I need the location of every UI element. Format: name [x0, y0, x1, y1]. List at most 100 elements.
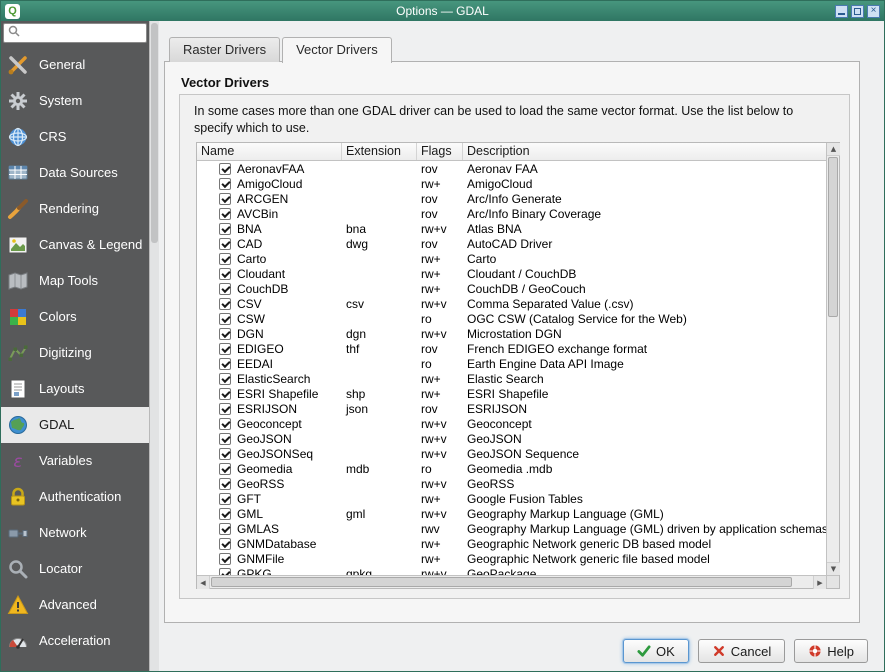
driver-enabled-checkbox[interactable]: [219, 508, 231, 520]
driver-enabled-checkbox[interactable]: [219, 463, 231, 475]
driver-enabled-checkbox[interactable]: [219, 538, 231, 550]
table-row[interactable]: BNAbnarw+vAtlas BNA: [197, 221, 826, 236]
vertical-scrollbar-thumb[interactable]: [828, 157, 838, 317]
driver-name: EEDAI: [237, 357, 273, 371]
tab-vector-drivers[interactable]: Vector Drivers: [282, 37, 392, 63]
sidebar-item-authentication[interactable]: Authentication: [1, 479, 149, 515]
vertical-scrollbar[interactable]: ▲ ▼: [826, 143, 839, 575]
table-row[interactable]: EDIGEOthfrovFrench EDIGEO exchange forma…: [197, 341, 826, 356]
table-row[interactable]: DGNdgnrw+vMicrostation DGN: [197, 326, 826, 341]
sidebar-item-acceleration[interactable]: Acceleration: [1, 623, 149, 659]
scroll-right-arrow-icon[interactable]: ▶: [813, 576, 826, 589]
horizontal-scrollbar[interactable]: ◀ ▶: [197, 575, 826, 588]
table-row[interactable]: EEDAIroEarth Engine Data API Image: [197, 356, 826, 371]
driver-enabled-checkbox[interactable]: [219, 568, 231, 576]
table-row[interactable]: AVCBinrovArc/Info Binary Coverage: [197, 206, 826, 221]
sidebar-scrollbar[interactable]: [149, 21, 159, 671]
table-row[interactable]: ElasticSearchrw+Elastic Search: [197, 371, 826, 386]
driver-enabled-checkbox[interactable]: [219, 433, 231, 445]
column-header-name[interactable]: Name: [197, 143, 342, 160]
table-row[interactable]: Cloudantrw+Cloudant / CouchDB: [197, 266, 826, 281]
table-row[interactable]: AmigoCloudrw+AmigoCloud: [197, 176, 826, 191]
table-row[interactable]: GeoJSONrw+vGeoJSON: [197, 431, 826, 446]
driver-enabled-checkbox[interactable]: [219, 343, 231, 355]
sidebar-item-rendering[interactable]: Rendering: [1, 191, 149, 227]
scroll-down-arrow-icon[interactable]: ▼: [827, 562, 840, 575]
column-header-flags[interactable]: Flags: [417, 143, 463, 160]
driver-enabled-checkbox[interactable]: [219, 208, 231, 220]
driver-enabled-checkbox[interactable]: [219, 388, 231, 400]
driver-enabled-checkbox[interactable]: [219, 448, 231, 460]
close-button[interactable]: ×: [867, 5, 880, 18]
driver-enabled-checkbox[interactable]: [219, 493, 231, 505]
sidebar-item-map-tools[interactable]: Map Tools: [1, 263, 149, 299]
horizontal-scrollbar-thumb[interactable]: [211, 577, 792, 587]
driver-enabled-checkbox[interactable]: [219, 478, 231, 490]
table-row[interactable]: GeomediamdbroGeomedia .mdb: [197, 461, 826, 476]
table-row[interactable]: ESRI Shapefileshprw+ESRI Shapefile: [197, 386, 826, 401]
sidebar-item-colors[interactable]: Colors: [1, 299, 149, 335]
driver-enabled-checkbox[interactable]: [219, 403, 231, 415]
column-header-description[interactable]: Description: [463, 143, 826, 160]
sidebar-item-locator[interactable]: Locator: [1, 551, 149, 587]
table-row[interactable]: GPKGgpkgrw+vGeoPackage: [197, 566, 826, 575]
table-row[interactable]: ESRIJSONjsonrovESRIJSON: [197, 401, 826, 416]
sidebar-item-data-sources[interactable]: Data Sources: [1, 155, 149, 191]
sidebar-scrollbar-thumb[interactable]: [151, 23, 158, 243]
driver-enabled-checkbox[interactable]: [219, 298, 231, 310]
maximize-button[interactable]: [851, 5, 864, 18]
sidebar-item-network[interactable]: Network: [1, 515, 149, 551]
table-row[interactable]: CSVcsvrw+vComma Separated Value (.csv): [197, 296, 826, 311]
scroll-left-arrow-icon[interactable]: ◀: [197, 576, 210, 589]
driver-enabled-checkbox[interactable]: [219, 373, 231, 385]
table-row[interactable]: CADdwgrovAutoCAD Driver: [197, 236, 826, 251]
driver-enabled-checkbox[interactable]: [219, 238, 231, 250]
sidebar-item-canvas-legend[interactable]: Canvas & Legend: [1, 227, 149, 263]
driver-enabled-checkbox[interactable]: [219, 358, 231, 370]
driver-enabled-checkbox[interactable]: [219, 193, 231, 205]
driver-flags: ro: [417, 462, 463, 476]
driver-enabled-checkbox[interactable]: [219, 223, 231, 235]
table-row[interactable]: GNMFilerw+Geographic Network generic fil…: [197, 551, 826, 566]
settings-search-input[interactable]: [21, 26, 143, 40]
driver-flags: rov: [417, 402, 463, 416]
table-row[interactable]: GMLASrwvGeography Markup Language (GML) …: [197, 521, 826, 536]
help-button[interactable]: Help: [794, 639, 868, 663]
driver-enabled-checkbox[interactable]: [219, 178, 231, 190]
sidebar-item-layouts[interactable]: Layouts: [1, 371, 149, 407]
sidebar-item-gdal[interactable]: GDAL: [1, 407, 149, 443]
scroll-up-arrow-icon[interactable]: ▲: [827, 143, 840, 156]
sidebar-item-general[interactable]: General: [1, 47, 149, 83]
driver-enabled-checkbox[interactable]: [219, 268, 231, 280]
driver-enabled-checkbox[interactable]: [219, 283, 231, 295]
sidebar-item-system[interactable]: System: [1, 83, 149, 119]
table-row[interactable]: GeoRSSrw+vGeoRSS: [197, 476, 826, 491]
ok-button[interactable]: OK: [623, 639, 689, 663]
driver-enabled-checkbox[interactable]: [219, 163, 231, 175]
table-row[interactable]: GeoJSONSeqrw+vGeoJSON Sequence: [197, 446, 826, 461]
sidebar-item-digitizing[interactable]: Digitizing: [1, 335, 149, 371]
table-row[interactable]: AeronavFAArovAeronav FAA: [197, 161, 826, 176]
driver-enabled-checkbox[interactable]: [219, 328, 231, 340]
table-row[interactable]: ARCGENrovArc/Info Generate: [197, 191, 826, 206]
sidebar-item-advanced[interactable]: Advanced: [1, 587, 149, 623]
driver-enabled-checkbox[interactable]: [219, 418, 231, 430]
ok-button-label: OK: [656, 644, 675, 659]
table-row[interactable]: CouchDBrw+CouchDB / GeoCouch: [197, 281, 826, 296]
table-row[interactable]: Geoconceptrw+vGeoconcept: [197, 416, 826, 431]
driver-enabled-checkbox[interactable]: [219, 313, 231, 325]
driver-enabled-checkbox[interactable]: [219, 553, 231, 565]
table-row[interactable]: GFTrw+Google Fusion Tables: [197, 491, 826, 506]
sidebar-item-crs[interactable]: CRS: [1, 119, 149, 155]
sidebar-item-variables[interactable]: εVariables: [1, 443, 149, 479]
table-row[interactable]: CSWroOGC CSW (Catalog Service for the We…: [197, 311, 826, 326]
column-header-extension[interactable]: Extension: [342, 143, 417, 160]
table-row[interactable]: GMLgmlrw+vGeography Markup Language (GML…: [197, 506, 826, 521]
tab-raster-drivers[interactable]: Raster Drivers: [169, 37, 280, 62]
driver-enabled-checkbox[interactable]: [219, 523, 231, 535]
table-row[interactable]: Cartorw+Carto: [197, 251, 826, 266]
driver-enabled-checkbox[interactable]: [219, 253, 231, 265]
minimize-button[interactable]: [835, 5, 848, 18]
table-row[interactable]: GNMDatabaserw+Geographic Network generic…: [197, 536, 826, 551]
cancel-button[interactable]: Cancel: [698, 639, 785, 663]
